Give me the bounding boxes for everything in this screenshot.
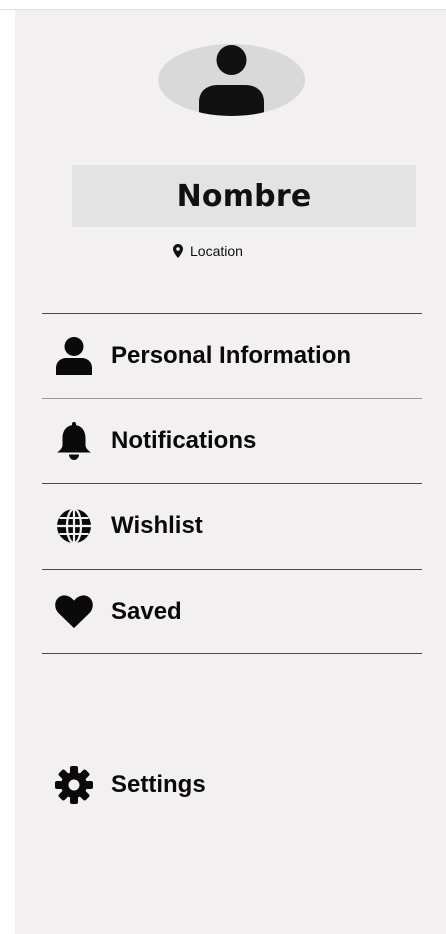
menu-item-label: Personal Information [111,342,352,369]
menu-item-label: Notifications [111,427,257,454]
bell-icon [55,422,93,460]
menu-item-label: Saved [111,598,182,625]
menu-item-wishlist[interactable]: Wishlist [42,484,422,568]
settings-button[interactable]: Settings [42,743,422,827]
gear-icon [55,766,93,804]
menu-item-saved[interactable]: Saved [42,570,422,654]
user-icon [55,337,93,375]
menu-item-label: Wishlist [111,512,203,539]
globe-icon [55,507,93,545]
profile-name: Nombre [176,178,312,214]
map-pin-icon [173,244,183,258]
avatar[interactable] [158,44,305,116]
user-silhouette-icon [199,45,264,116]
menu-item-personal-information[interactable]: Personal Information [42,314,422,398]
menu-item-notifications[interactable]: Notifications [42,399,422,483]
name-box: Nombre [72,165,416,227]
location-text: Location [190,243,243,259]
profile-panel: Nombre Location Personal Information Not… [15,10,446,934]
location-row: Location [173,242,243,260]
heart-icon [55,593,93,631]
settings-label: Settings [111,771,206,798]
